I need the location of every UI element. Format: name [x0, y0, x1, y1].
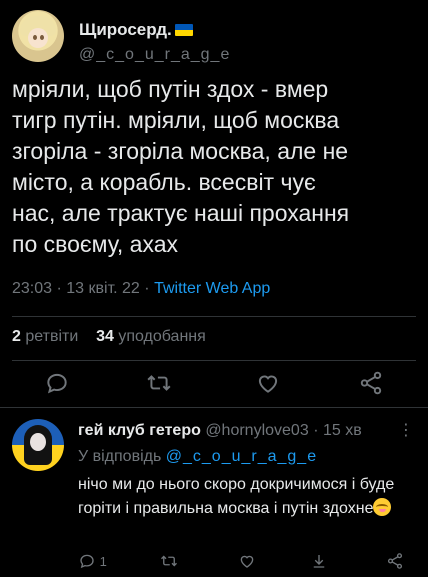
- share-icon[interactable]: [386, 552, 404, 572]
- divider: [12, 316, 416, 317]
- reply-display-name[interactable]: гей клуб гетеро: [78, 422, 201, 439]
- replying-to: У відповідь @_c_o_u_r_a_g_e: [78, 448, 318, 465]
- reply-age[interactable]: 15 хв: [323, 422, 362, 439]
- tweet-time[interactable]: 23:03: [12, 280, 52, 297]
- author-display-name[interactable]: Щиросерд.: [79, 20, 193, 40]
- more-icon[interactable]: ⋮: [398, 420, 414, 440]
- retweets-stat[interactable]: 2 ретвіти: [12, 328, 78, 345]
- smiling-emoji: [373, 498, 392, 516]
- download-icon[interactable]: [310, 552, 328, 572]
- divider: [12, 360, 416, 361]
- reply-icon[interactable]: 1: [78, 552, 107, 572]
- reply-header: гей клуб гетеро @hornylove03 · 15 хв: [78, 422, 362, 439]
- replying-to-handle[interactable]: @_c_o_u_r_a_g_e: [166, 448, 317, 465]
- like-icon[interactable]: [255, 370, 281, 396]
- author-handle[interactable]: @_c_o_u_r_a_g_e: [79, 46, 230, 64]
- tweet-date[interactable]: 13 квіт. 22: [66, 280, 140, 297]
- engagement-stats: 2 ретвіти 34 уподобання: [12, 328, 206, 346]
- likes-stat[interactable]: 34 уподобання: [96, 328, 206, 345]
- ukraine-flag-icon: [174, 24, 193, 36]
- reply-tweet[interactable]: гей клуб гетеро @hornylove03 · 15 хв ⋮ У…: [0, 408, 428, 577]
- share-icon[interactable]: [358, 370, 384, 396]
- tweet-text: мріяли, щоб путін здох - вмер тигр путін…: [12, 76, 350, 257]
- reply-handle[interactable]: @hornylove03: [205, 422, 308, 439]
- author-row: Щиросерд. @_c_o_u_r_a_g_e: [12, 10, 416, 66]
- tweet-source[interactable]: Twitter Web App: [154, 280, 270, 297]
- retweet-icon[interactable]: [160, 552, 178, 572]
- author-avatar[interactable]: [12, 10, 64, 62]
- reply-avatar[interactable]: [12, 419, 64, 471]
- reply-icon[interactable]: [44, 370, 70, 396]
- tweet-actions: [0, 370, 428, 396]
- retweet-icon[interactable]: [146, 370, 172, 396]
- like-icon[interactable]: [238, 552, 256, 572]
- tweet-meta: 23:03 · 13 квіт. 22 · Twitter Web App: [12, 280, 271, 297]
- reply-text: нічо ми до нього скоро докричимося і буд…: [78, 476, 395, 517]
- reply-actions: 1: [78, 552, 416, 572]
- reply-count: 1: [99, 554, 107, 569]
